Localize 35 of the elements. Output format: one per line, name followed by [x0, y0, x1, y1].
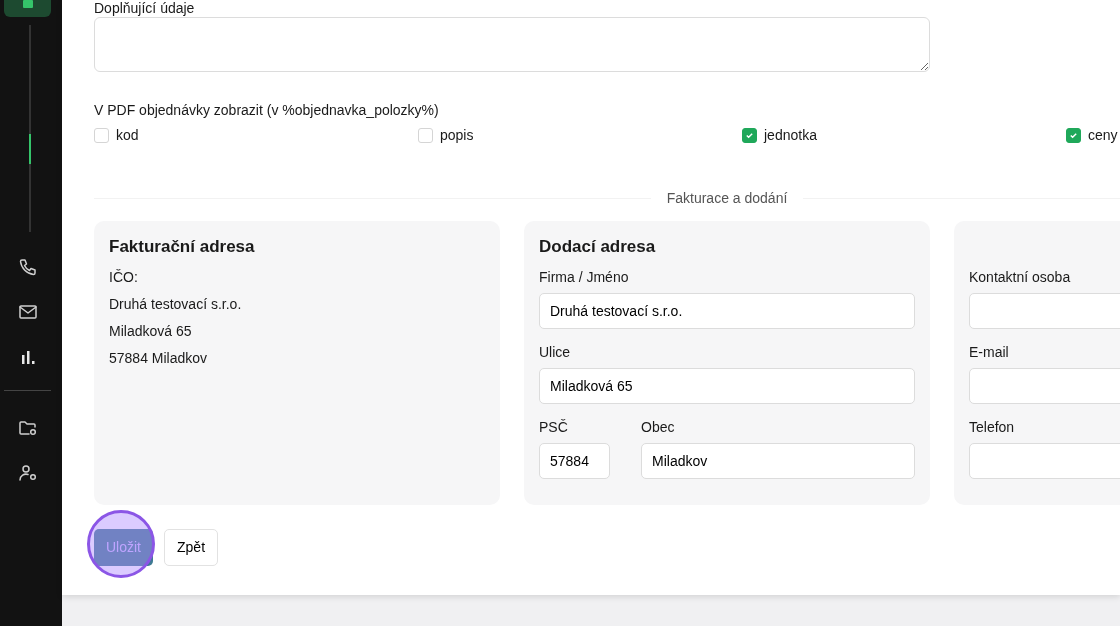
checkbox-label: jednotka: [764, 126, 817, 145]
section-divider-label: Fakturace a dodání: [666, 189, 788, 208]
checkbox-label: popis: [440, 126, 474, 145]
folder-settings-icon: [18, 418, 38, 438]
checkbox-label: ceny: [1088, 126, 1118, 145]
text-field[interactable]: Miladková 65: [539, 368, 915, 404]
address-line: Druhá testovací s.r.o.: [109, 296, 243, 313]
checkbox[interactable]: [1066, 128, 1081, 143]
field-label: V PDF objednávky zobrazit (v %objednavka_polozky%): [94, 102, 440, 118]
check-icon: [745, 131, 754, 140]
mail-icon: [18, 302, 38, 322]
field-label: Kontaktní osoba: [969, 269, 1072, 285]
document-icon: [20, 0, 35, 10]
checkbox[interactable]: [742, 128, 757, 143]
checkbox-label: kod: [116, 126, 139, 145]
address-line: Miladková 65: [109, 323, 193, 340]
card-title: Dodací adresa: [539, 236, 657, 258]
field-label: Firma / Jméno: [539, 269, 630, 285]
field-label: E-mail: [969, 344, 1010, 360]
phone-icon: [18, 257, 38, 277]
text-field[interactable]: Miladkov: [641, 443, 915, 479]
field-label: Obec: [641, 419, 676, 435]
card-title: Fakturační adresa: [109, 236, 256, 258]
field-label: Telefon: [969, 419, 1016, 435]
check-icon: [1069, 131, 1078, 140]
back-button[interactable]: Zpět: [164, 529, 219, 566]
user-settings-icon: [18, 463, 38, 483]
field-label: Ulice: [539, 344, 572, 360]
address-line: 57884 Miladkov: [109, 350, 209, 367]
text-field[interactable]: Druhá testovací s.r.o.: [539, 293, 915, 329]
field-label: Doplňující údaje: [94, 0, 196, 16]
active-nav-item[interactable]: [4, 0, 51, 17]
field-label: PSČ: [539, 419, 569, 435]
text-field[interactable]: 57884: [539, 443, 610, 479]
address-line: IČO:: [109, 269, 139, 286]
